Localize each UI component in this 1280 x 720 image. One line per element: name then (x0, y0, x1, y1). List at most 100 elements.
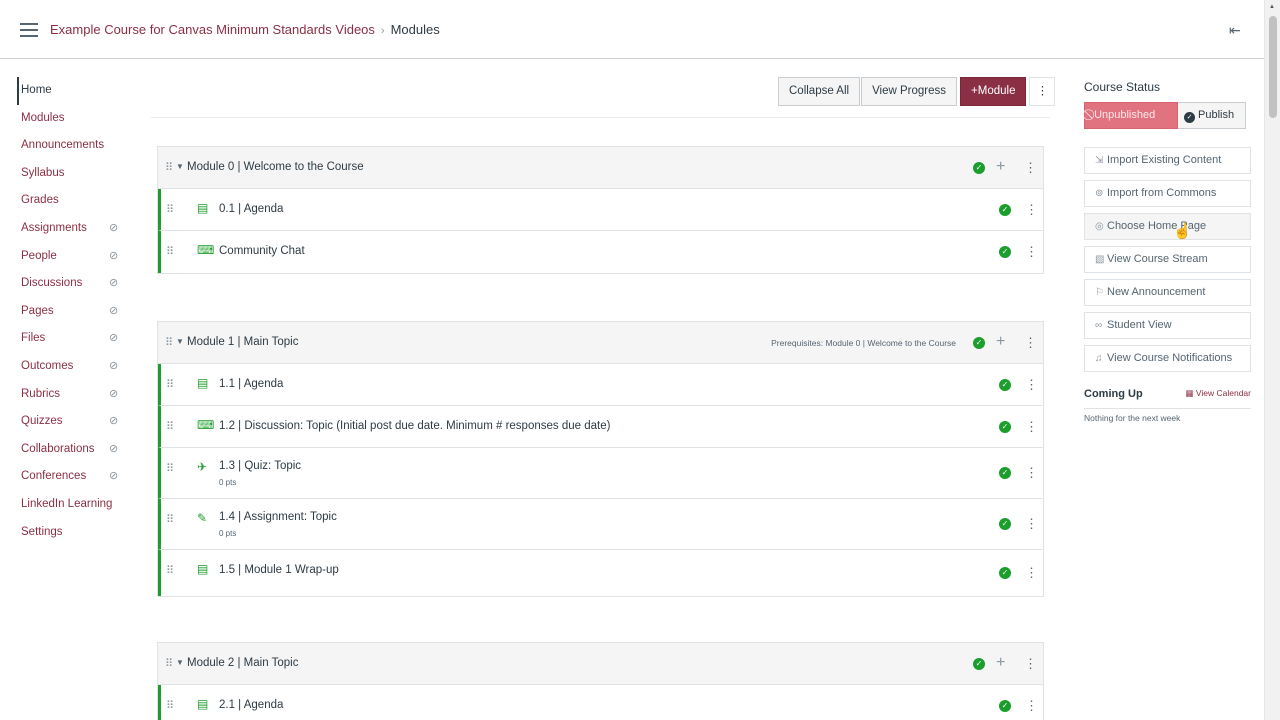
module-title: Module 2 | Main Topic (187, 657, 299, 669)
nav-item-quizzes[interactable]: Quizzes ⊘ (17, 408, 127, 436)
module-item[interactable]: ⠿ ▤ 0.1 | Agenda ✓ ⋮ (158, 189, 1043, 231)
add-item-icon[interactable]: + (996, 333, 1005, 351)
module-item[interactable]: ⠿ ⌨ 1.2 | Discussion: Topic (Initial post … (158, 406, 1043, 448)
collapse-caret-icon[interactable]: ▼ (176, 658, 184, 667)
module-0: ⠿ ▼ Module 0 | Welcome to the Course ✓ + ⋮ ⠿ ▤ 0… (157, 146, 1044, 274)
scrollbar-thumb[interactable] (1269, 16, 1277, 118)
module-item-title[interactable]: 2.1 | Agenda (219, 699, 283, 711)
drag-handle-icon[interactable]: ⠿ (166, 513, 174, 526)
nav-item-pages[interactable]: Pages ⊘ (17, 298, 127, 326)
item-options-icon[interactable]: ⋮ (1025, 377, 1038, 393)
item-options-icon[interactable]: ⋮ (1025, 202, 1038, 218)
collapse-all-button[interactable]: Collapse All (778, 77, 861, 106)
nav-item-label: Outcomes (21, 359, 74, 372)
import-from-commons-button[interactable]: ⊚ Import from Commons (1084, 180, 1251, 207)
hamburger-menu-icon[interactable] (20, 23, 38, 37)
module-options-icon[interactable]: ⋮ (1024, 160, 1037, 176)
drag-handle-icon[interactable]: ⠿ (165, 161, 173, 174)
drag-handle-icon[interactable]: ⠿ (166, 203, 174, 216)
scroll-up-icon[interactable]: ▲ (1269, 4, 1275, 10)
student-view-button[interactable]: ∞ Student View (1084, 312, 1251, 339)
module-item-title[interactable]: 1.4 | Assignment: Topic (219, 511, 337, 523)
import-existing-content-button[interactable]: ⇲ Import Existing Content (1084, 147, 1251, 174)
nav-item-modules[interactable]: Modules (17, 105, 127, 133)
nav-item-discussions[interactable]: Discussions ⊘ (17, 270, 127, 298)
view-calendar-link[interactable]: ▦ View Calendar (1185, 388, 1251, 399)
item-options-icon[interactable]: ⋮ (1025, 244, 1038, 260)
published-check-icon[interactable]: ✓ (999, 567, 1011, 579)
nav-item-label: People (21, 249, 57, 262)
drag-handle-icon[interactable]: ⠿ (166, 462, 174, 475)
module-item-title[interactable]: Community Chat (219, 245, 305, 257)
module-item-title[interactable]: 0.1 | Agenda (219, 203, 283, 215)
item-options-icon[interactable]: ⋮ (1025, 698, 1038, 714)
item-options-icon[interactable]: ⋮ (1025, 465, 1038, 481)
published-check-icon[interactable]: ✓ (999, 421, 1011, 433)
collapse-sidebar-icon[interactable]: ⇤ (1229, 22, 1241, 39)
published-check-icon[interactable]: ✓ (973, 658, 985, 670)
nav-item-label: Collaborations (21, 442, 95, 455)
module-item[interactable]: ⠿ ⌨ Community Chat ✓ ⋮ (158, 231, 1043, 273)
module-options-icon[interactable]: ⋮ (1024, 656, 1037, 672)
view-course-stream-button[interactable]: ▧ View Course Stream (1084, 246, 1251, 273)
published-check-icon[interactable]: ✓ (999, 246, 1011, 258)
breadcrumb-course-link[interactable]: Example Course for Canvas Minimum Standa… (50, 22, 375, 37)
published-check-icon[interactable]: ✓ (973, 337, 985, 349)
nav-item-outcomes[interactable]: Outcomes ⊘ (17, 353, 127, 381)
drag-handle-icon[interactable]: ⠿ (166, 699, 174, 712)
choose-home-page-button[interactable]: ◎ Choose Home Page (1084, 213, 1251, 240)
nav-item-grades[interactable]: Grades (17, 187, 127, 215)
published-check-icon[interactable]: ✓ (999, 204, 1011, 216)
module-item-title[interactable]: 1.5 | Module 1 Wrap-up (219, 564, 339, 576)
nav-item-assignments[interactable]: Assignments ⊘ (17, 215, 127, 243)
module-item[interactable]: ⠿ ▤ 1.5 | Module 1 Wrap-up ✓ ⋮ (158, 550, 1043, 596)
nav-item-conferences[interactable]: Conferences ⊘ (17, 463, 127, 491)
nav-item-announcements[interactable]: Announcements (17, 132, 127, 160)
nav-item-people[interactable]: People ⊘ (17, 243, 127, 271)
drag-handle-icon[interactable]: ⠿ (166, 564, 174, 577)
drag-handle-icon[interactable]: ⠿ (165, 657, 173, 670)
page-scrollbar[interactable]: ▲ (1264, 0, 1280, 720)
drag-handle-icon[interactable]: ⠿ (166, 378, 174, 391)
module-item[interactable]: ⠿ ▤ 1.1 | Agenda ✓ ⋮ (158, 364, 1043, 406)
item-options-icon[interactable]: ⋮ (1025, 565, 1038, 581)
coming-up-divider (1084, 408, 1251, 409)
add-module-button[interactable]: +Module (960, 77, 1027, 106)
module-item-title[interactable]: 1.2 | Discussion: Topic (Initial post du… (219, 420, 610, 432)
view-progress-button[interactable]: View Progress (861, 77, 958, 106)
item-options-icon[interactable]: ⋮ (1025, 419, 1038, 435)
drag-handle-icon[interactable]: ⠿ (166, 245, 174, 258)
published-check-icon[interactable]: ✓ (999, 700, 1011, 712)
nav-item-collaborations[interactable]: Collaborations ⊘ (17, 436, 127, 464)
module-item[interactable]: ⠿ ✈ 1.3 | Quiz: Topic 0 pts ✓ ⋮ (158, 448, 1043, 499)
unpublished-button[interactable]: ⃠ Unpublished (1084, 102, 1178, 129)
nav-item-home[interactable]: Home (17, 77, 127, 105)
published-check-icon[interactable]: ✓ (999, 518, 1011, 530)
drag-handle-icon[interactable]: ⠿ (165, 336, 173, 349)
nav-item-settings[interactable]: Settings (17, 519, 127, 547)
toolbar-more-options-icon[interactable]: ⋮ (1029, 77, 1056, 106)
item-options-icon[interactable]: ⋮ (1025, 516, 1038, 532)
publish-button[interactable]: ✓ Publish (1178, 102, 1246, 129)
nav-item-files[interactable]: Files ⊘ (17, 325, 127, 353)
page-icon: ▤ (197, 562, 209, 576)
collapse-caret-icon[interactable]: ▼ (176, 162, 184, 171)
collapse-caret-icon[interactable]: ▼ (176, 337, 184, 346)
module-options-icon[interactable]: ⋮ (1024, 335, 1037, 351)
published-check-icon[interactable]: ✓ (999, 467, 1011, 479)
view-course-notifications-button[interactable]: ♫ View Course Notifications (1084, 345, 1251, 372)
module-item[interactable]: ⠿ ▤ 2.1 | Agenda ✓ ⋮ (158, 685, 1043, 720)
published-check-icon[interactable]: ✓ (973, 162, 985, 174)
new-announcement-button[interactable]: ⚐ New Announcement (1084, 279, 1251, 306)
nav-item-syllabus[interactable]: Syllabus (17, 160, 127, 188)
nav-item-linkedin-learning[interactable]: LinkedIn Learning (17, 491, 127, 519)
module-item-title[interactable]: 1.3 | Quiz: Topic (219, 460, 301, 472)
published-check-icon[interactable]: ✓ (999, 379, 1011, 391)
module-item-title[interactable]: 1.1 | Agenda (219, 378, 283, 390)
discussion-icon: ⌨ (197, 243, 215, 257)
module-item[interactable]: ⠿ ✎ 1.4 | Assignment: Topic 0 pts ✓ ⋮ (158, 499, 1043, 550)
add-item-icon[interactable]: + (996, 158, 1005, 176)
add-item-icon[interactable]: + (996, 654, 1005, 672)
drag-handle-icon[interactable]: ⠿ (166, 420, 174, 433)
nav-item-rubrics[interactable]: Rubrics ⊘ (17, 381, 127, 409)
